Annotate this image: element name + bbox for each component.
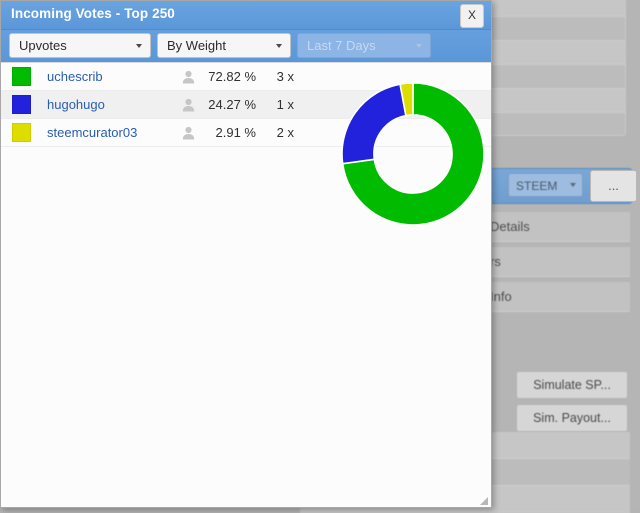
vote-percent: 72.82 % [198,69,258,84]
votes-donut-chart [340,81,486,227]
person-icon [178,70,198,84]
sort-by-select-value: By Weight [167,38,226,53]
resize-grip[interactable] [477,493,489,505]
voter-name-link[interactable]: uchescrib [47,69,178,84]
incoming-votes-dialog: Incoming Votes - Top 250 X Upvotes By We… [0,0,492,508]
close-button[interactable]: X [460,4,484,28]
dialog-titlebar[interactable]: Incoming Votes - Top 250 X [1,1,491,30]
vote-count: 2 x [258,125,304,140]
color-swatch [12,67,31,86]
background-simulate-sp-button[interactable]: Simulate SP... [516,371,628,399]
votes-list-area: uchescrib 72.82 % 3 x hugohugo 24.27 % 1… [1,62,491,507]
vote-percent: 24.27 % [198,97,258,112]
dialog-title: Incoming Votes - Top 250 [11,6,175,21]
vote-type-select[interactable]: Upvotes [9,33,151,58]
donut-svg [340,81,486,227]
color-swatch [12,95,31,114]
chevron-down-icon [570,183,576,187]
voter-name-link[interactable]: hugohugo [47,97,178,112]
time-period-select: Last 7 Days [297,33,431,58]
background-steem-select[interactable]: STEEM [508,173,583,197]
chevron-down-icon [276,44,282,48]
vote-count: 1 x [258,97,304,112]
sort-by-select[interactable]: By Weight [157,33,291,58]
vote-count: 3 x [258,69,304,84]
voter-name-link[interactable]: steemcurator03 [47,125,178,140]
dialog-toolbar: Upvotes By Weight Last 7 Days [1,30,491,63]
chevron-down-icon [136,44,142,48]
background-more-button[interactable]: ... [590,170,637,202]
time-period-select-value: Last 7 Days [307,38,376,53]
background-steem-select-label: STEEM [516,179,557,193]
person-icon [178,98,198,112]
vote-type-select-value: Upvotes [19,38,67,53]
donut-slice[interactable] [342,84,406,164]
background-sim-payout-button[interactable]: Sim. Payout... [516,404,628,432]
chevron-down-icon [416,44,422,48]
color-swatch [12,123,31,142]
vote-percent: 2.91 % [198,125,258,140]
person-icon [178,126,198,140]
